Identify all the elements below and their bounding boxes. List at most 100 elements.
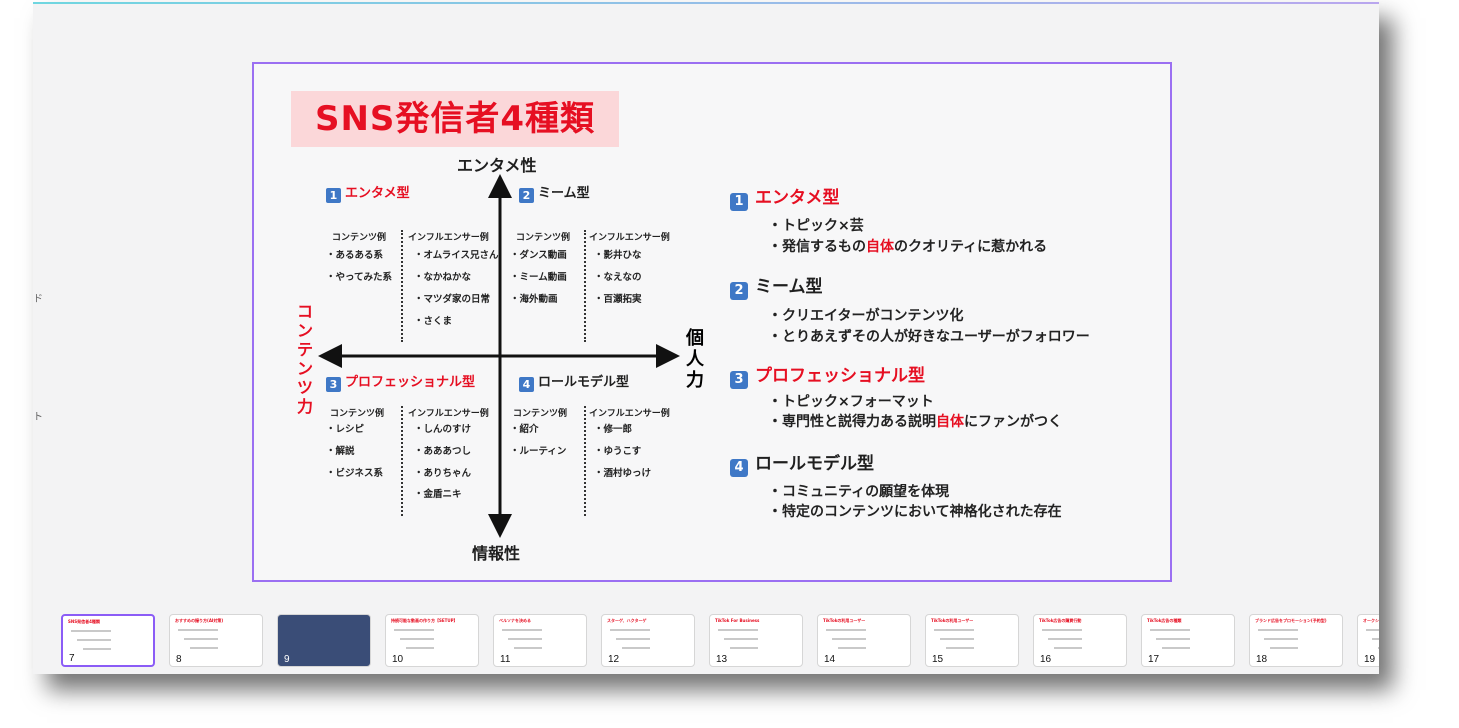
thumbnail-number: 14 <box>824 654 836 665</box>
thumbnail-title: オークション <box>1363 618 1379 623</box>
content-example: ・ダンス動画 <box>510 250 567 261</box>
explanation-name: ミーム型 <box>755 277 823 297</box>
content-examples-header: コンテンツ例 <box>516 233 571 243</box>
column-divider <box>401 406 403 516</box>
thumbnail-content <box>622 647 650 649</box>
thumbnail-title: TikTokの利用ユーザー <box>931 618 974 623</box>
thumbnail-number: 19 <box>1364 654 1376 665</box>
content-example: ・レシピ <box>326 424 365 435</box>
influencer-example: ・しんのすけ <box>414 424 472 435</box>
thumbnail-content <box>508 638 542 640</box>
thumbnail-content <box>1048 638 1082 640</box>
axis-label-right: 個人力 <box>686 328 704 391</box>
explanation-name: プロフェッショナル型 <box>755 366 925 386</box>
number-badge-3-icon: 3 <box>730 371 748 389</box>
slide-thumbnail[interactable]: TikTokの利用ユーザー 15 <box>925 614 1019 667</box>
explanation-bullet: ・クリエイターがコンテンツ化 <box>768 308 964 324</box>
influencer-examples-header: インフルエンサー例 <box>589 409 670 419</box>
bullet-text: にファンがつく <box>964 414 1062 430</box>
influencer-examples-header: インフルエンサー例 <box>589 233 670 243</box>
thumbnail-content <box>83 648 111 650</box>
slide-canvas[interactable]: SNS発信者4種類 エンタメ性 情報性 コンテンツ力 個人力 1 エンタメ型 コン… <box>252 62 1172 582</box>
thumbnail-content <box>832 638 866 640</box>
thumbnail-content <box>730 647 758 649</box>
slide-thumbnail[interactable]: ペルソナを決める 11 <box>493 614 587 667</box>
bullet-text: ・発信するもの <box>768 239 866 255</box>
influencer-examples-header: インフルエンサー例 <box>408 233 489 243</box>
panel-edge-text: ト <box>33 412 43 423</box>
thumbnail-content <box>1156 638 1190 640</box>
thumbnail-number: 8 <box>176 654 182 665</box>
axis-label-left: コンテンツ力 <box>296 302 313 416</box>
thumbnail-number: 12 <box>608 654 620 665</box>
thumbnail-number: 15 <box>932 654 944 665</box>
slide-thumbnail[interactable]: 9 <box>277 614 371 667</box>
explanation-name: エンタメ型 <box>755 188 840 208</box>
column-divider <box>584 406 586 516</box>
quadrant-name: ミーム型 <box>538 186 590 201</box>
content-examples-header: コンテンツ例 <box>332 233 387 243</box>
slide-thumbnail[interactable]: TikTok広告の種類 17 <box>1141 614 1235 667</box>
thumbnail-title: SNS発信者4種類 <box>68 619 100 624</box>
explanation-bullet: ・専門性と説得力ある説明自体にファンがつく <box>768 411 1062 431</box>
content-example: ・やってみた系 <box>326 272 393 283</box>
thumbnail-content <box>1258 629 1298 631</box>
slide-thumbnail[interactable]: TikTok For Business 13 <box>709 614 803 667</box>
quadrant-heading-meme: 2 ミーム型 <box>519 182 590 203</box>
explanation-heading-meme: 2 ミーム型 <box>730 272 823 300</box>
thumbnail-title: スターゲ、ハクターゲ <box>607 618 647 623</box>
thumbnail-content <box>1162 647 1190 649</box>
thumbnail-content <box>514 647 542 649</box>
content-examples-header: コンテンツ例 <box>330 409 385 419</box>
number-badge-4-icon: 4 <box>730 459 748 477</box>
thumbnail-content <box>724 638 758 640</box>
influencer-example: ・マツダ家の日常 <box>414 294 491 305</box>
thumbnail-content <box>77 639 111 641</box>
explanation-bullet: ・発信するもの自体のクオリティに惹かれる <box>768 236 1047 256</box>
thumbnail-number: 7 <box>69 653 75 664</box>
thumbnail-content <box>1270 647 1298 649</box>
slide-thumbnail[interactable]: TikTokの利用ユーザー 14 <box>817 614 911 667</box>
slide-thumbnail[interactable]: オークション 19 <box>1357 614 1379 667</box>
explanation-heading-entertainment: 1 エンタメ型 <box>730 183 840 211</box>
thumbnail-content <box>1378 647 1379 649</box>
bullet-emphasis: 自体 <box>866 239 894 255</box>
presentation-window: ド ト SNS発信者4種類 エンタメ性 情報性 コンテンツ力 個人力 1 エンタメ… <box>33 2 1379 674</box>
slide-thumbnail[interactable]: SNS発信者4種類 7 <box>61 614 155 667</box>
explanation-bullet: ・コミュニティの願望を体現 <box>768 484 950 500</box>
content-examples-header: コンテンツ例 <box>513 409 568 419</box>
influencer-example-highlight: ・金盾ニキ <box>414 489 462 500</box>
thumbnail-content <box>1042 629 1082 631</box>
explanation-bullet: ・トピック×フォーマット <box>768 394 934 410</box>
explanation-name: ロールモデル型 <box>755 454 874 474</box>
bullet-emphasis: 自体 <box>936 414 964 430</box>
thumbnail-title: 持続可能な動画の作り方【SETUP】 <box>391 618 458 623</box>
quadrant-heading-entertainment: 1 エンタメ型 <box>326 182 410 203</box>
slide-thumbnail[interactable]: TikTok広告の購買行動 16 <box>1033 614 1127 667</box>
content-example: ・ルーティン <box>510 446 567 457</box>
slide-thumbnail[interactable]: ブランド広告をプロモーション(予約型) 18 <box>1249 614 1343 667</box>
quadrant-name: ロールモデル型 <box>538 375 630 390</box>
axis-label-top: エンタメ性 <box>457 156 537 175</box>
influencer-example: ・なえなの <box>594 272 642 283</box>
thumbnail-content <box>826 629 866 631</box>
number-badge-4-icon: 4 <box>519 377 534 392</box>
thumbnail-title: TikTok広告の種類 <box>1147 618 1182 623</box>
thumbnail-content <box>1264 638 1298 640</box>
content-example: ・紹介 <box>510 424 539 435</box>
slide-thumbnail[interactable]: おすすめの撮り方(AI対策) 8 <box>169 614 263 667</box>
explanation-bullet: ・とりあえずその人が好きなユーザーがフォロワー <box>768 329 1090 345</box>
bullet-text: のクオリティに惹かれる <box>894 239 1048 255</box>
slide-thumbnail[interactable]: スターゲ、ハクターゲ 12 <box>601 614 695 667</box>
influencer-example: ・影井ひな <box>594 250 642 261</box>
quadrant-name: プロフェッショナル型 <box>345 375 476 390</box>
content-example: ・あるある系 <box>326 250 384 261</box>
slide-thumbnail[interactable]: 持続可能な動画の作り方【SETUP】 10 <box>385 614 479 667</box>
content-example: ・海外動画 <box>510 294 558 305</box>
column-divider <box>401 230 403 342</box>
thumbnail-content <box>1150 629 1190 631</box>
thumbnail-content <box>184 638 218 640</box>
content-example: ・ミーム動画 <box>510 272 567 283</box>
thumbnail-number: 10 <box>392 654 404 665</box>
number-badge-3-icon: 3 <box>326 377 341 392</box>
